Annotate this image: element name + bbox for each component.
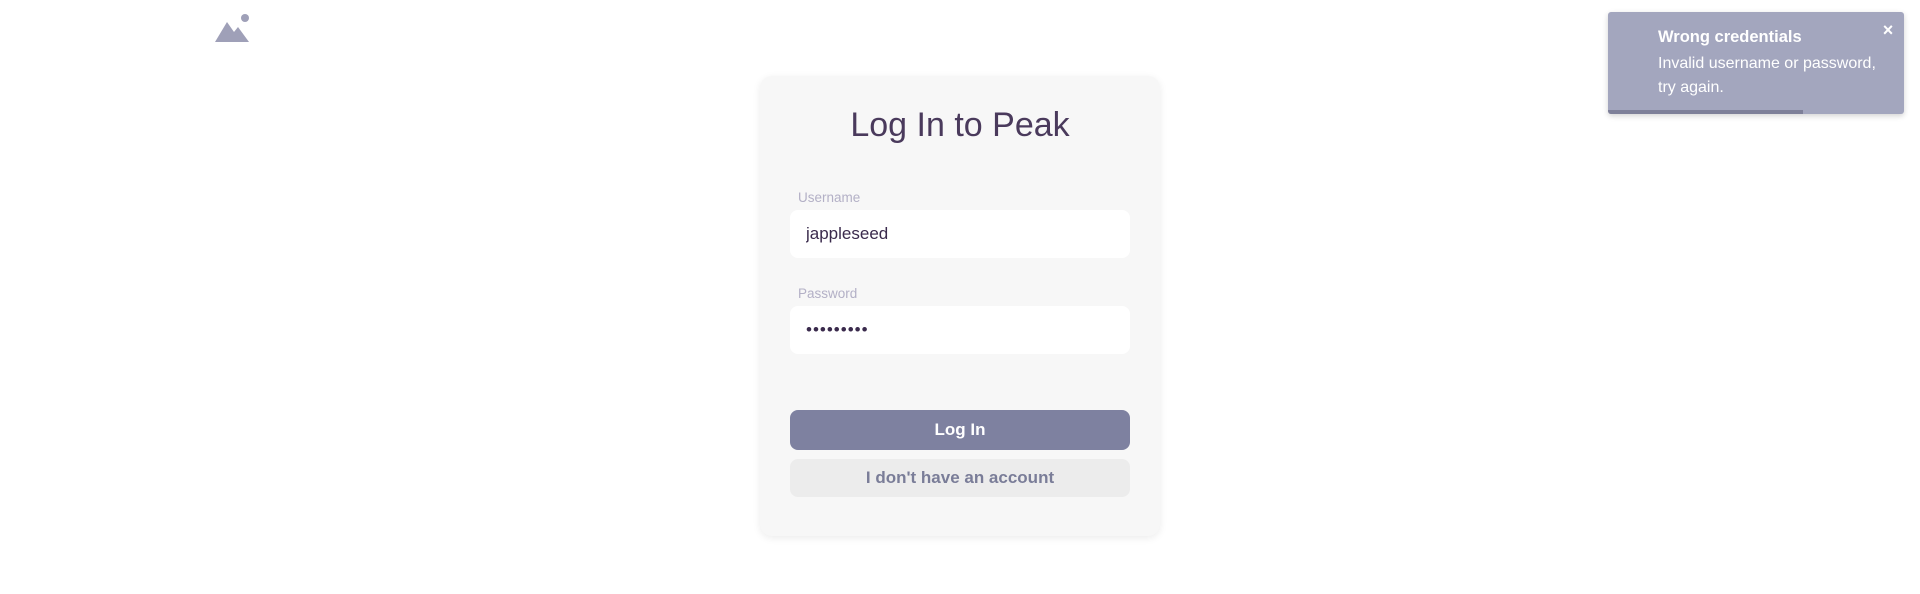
error-toast: Wrong credentials Invalid username or pa… (1608, 12, 1904, 114)
no-account-button[interactable]: I don't have an account (790, 459, 1130, 497)
toast-title: Wrong credentials (1658, 28, 1802, 46)
toast-message: Invalid username or password, try again. (1658, 55, 1876, 96)
toast-progress-track (1608, 110, 1904, 114)
login-page: Log In to Peak Username Password Log In … (0, 0, 1920, 594)
close-icon[interactable]: × (1880, 21, 1896, 39)
login-card: Log In to Peak Username Password Log In … (760, 76, 1160, 536)
login-button[interactable]: Log In (790, 410, 1130, 450)
mountain-sun-icon[interactable] (213, 13, 251, 43)
password-input[interactable] (790, 306, 1130, 354)
toast-progress-bar (1608, 110, 1804, 114)
page-title: Log In to Peak (850, 106, 1070, 144)
username-label: Username (798, 190, 861, 205)
username-input[interactable] (790, 210, 1130, 258)
password-label: Password (798, 286, 858, 301)
